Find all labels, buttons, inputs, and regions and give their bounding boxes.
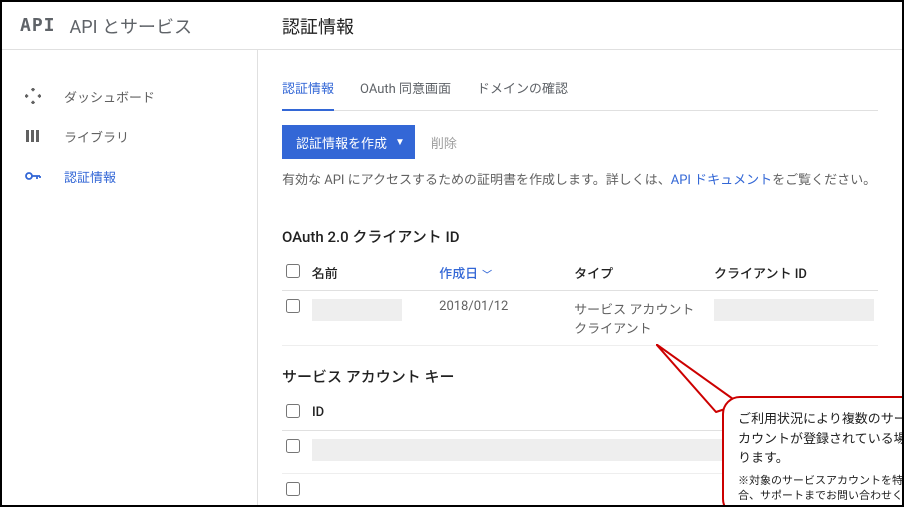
sidebar-item-library[interactable]: ライブラリ bbox=[2, 116, 257, 156]
tab-oauth-consent[interactable]: OAuth 同意画面 bbox=[360, 78, 451, 110]
create-credentials-button[interactable]: 認証情報を作成 ▼ bbox=[282, 125, 415, 159]
key-icon bbox=[24, 167, 42, 185]
oauth-section-title: OAuth 2.0 クライアント ID bbox=[282, 206, 878, 255]
top-bar: API API とサービス 認証情報 bbox=[2, 2, 902, 50]
redacted-name bbox=[312, 299, 402, 321]
redacted-client-id bbox=[714, 299, 874, 321]
row-checkbox[interactable] bbox=[286, 299, 300, 313]
api-logo: API bbox=[20, 15, 56, 36]
chevron-down-icon: ▼ bbox=[395, 137, 405, 148]
select-all-checkbox[interactable] bbox=[286, 404, 300, 418]
sidebar-item-label: ライブラリ bbox=[64, 127, 129, 146]
helper-text: 有効な API にアクセスするための証明書を作成します。詳しくは、API ドキュ… bbox=[282, 169, 878, 206]
sidebar: ダッシュボード ライブラリ 認証情報 bbox=[2, 50, 258, 505]
create-credentials-label: 認証情報を作成 bbox=[296, 133, 387, 152]
sidebar-item-label: 認証情報 bbox=[64, 167, 116, 186]
sa-section-title: サービス アカウント キー bbox=[282, 346, 878, 395]
select-all-checkbox[interactable] bbox=[286, 264, 300, 278]
callout-note-text: ※対象のサービスアカウントを特定したい場合、サポートまでお問い合わせください。 bbox=[738, 473, 902, 504]
row-checkbox[interactable] bbox=[286, 482, 300, 496]
delete-button[interactable]: 削除 bbox=[431, 133, 457, 152]
tab-bar: 認証情報 OAuth 同意画面 ドメインの確認 bbox=[282, 50, 878, 111]
main-content: 認証情報 OAuth 同意画面 ドメインの確認 認証情報を作成 ▼ 削除 有効な… bbox=[258, 50, 902, 505]
cell-type: サービス アカウント クライアント bbox=[570, 291, 710, 346]
col-client-id[interactable]: クライアント ID bbox=[710, 255, 878, 291]
tab-credentials[interactable]: 認証情報 bbox=[282, 78, 334, 111]
sidebar-item-label: ダッシュボード bbox=[64, 87, 155, 106]
sidebar-item-dashboard[interactable]: ダッシュボード bbox=[2, 76, 257, 116]
product-title: API とサービス bbox=[70, 13, 192, 39]
cell-created: 2018/01/12 bbox=[435, 291, 570, 346]
col-type[interactable]: タイプ bbox=[570, 255, 710, 291]
page-title: 認証情報 bbox=[282, 13, 354, 39]
dashboard-icon bbox=[24, 87, 42, 105]
row-checkbox[interactable] bbox=[286, 439, 300, 453]
library-icon bbox=[24, 127, 42, 145]
annotation-callout: ご利用状況により複数のサービスアカウントが登録されている場合があります。 ※対象… bbox=[722, 396, 902, 505]
table-row[interactable]: 2018/01/12 サービス アカウント クライアント bbox=[282, 291, 878, 346]
callout-main-text: ご利用状況により複数のサービスアカウントが登録されている場合があります。 bbox=[738, 412, 902, 466]
sidebar-item-credentials[interactable]: 認証情報 bbox=[2, 156, 257, 196]
col-created[interactable]: 作成日﹀ bbox=[435, 255, 570, 291]
tab-domain-verify[interactable]: ドメインの確認 bbox=[477, 78, 568, 110]
oauth-clients-table: 名前 作成日﹀ タイプ クライアント ID 2018/01/12 サービス アカ… bbox=[282, 255, 878, 346]
col-name[interactable]: 名前 bbox=[308, 255, 435, 291]
sort-desc-icon: ﹀ bbox=[482, 270, 492, 281]
api-docs-link[interactable]: API ドキュメント bbox=[671, 173, 772, 188]
